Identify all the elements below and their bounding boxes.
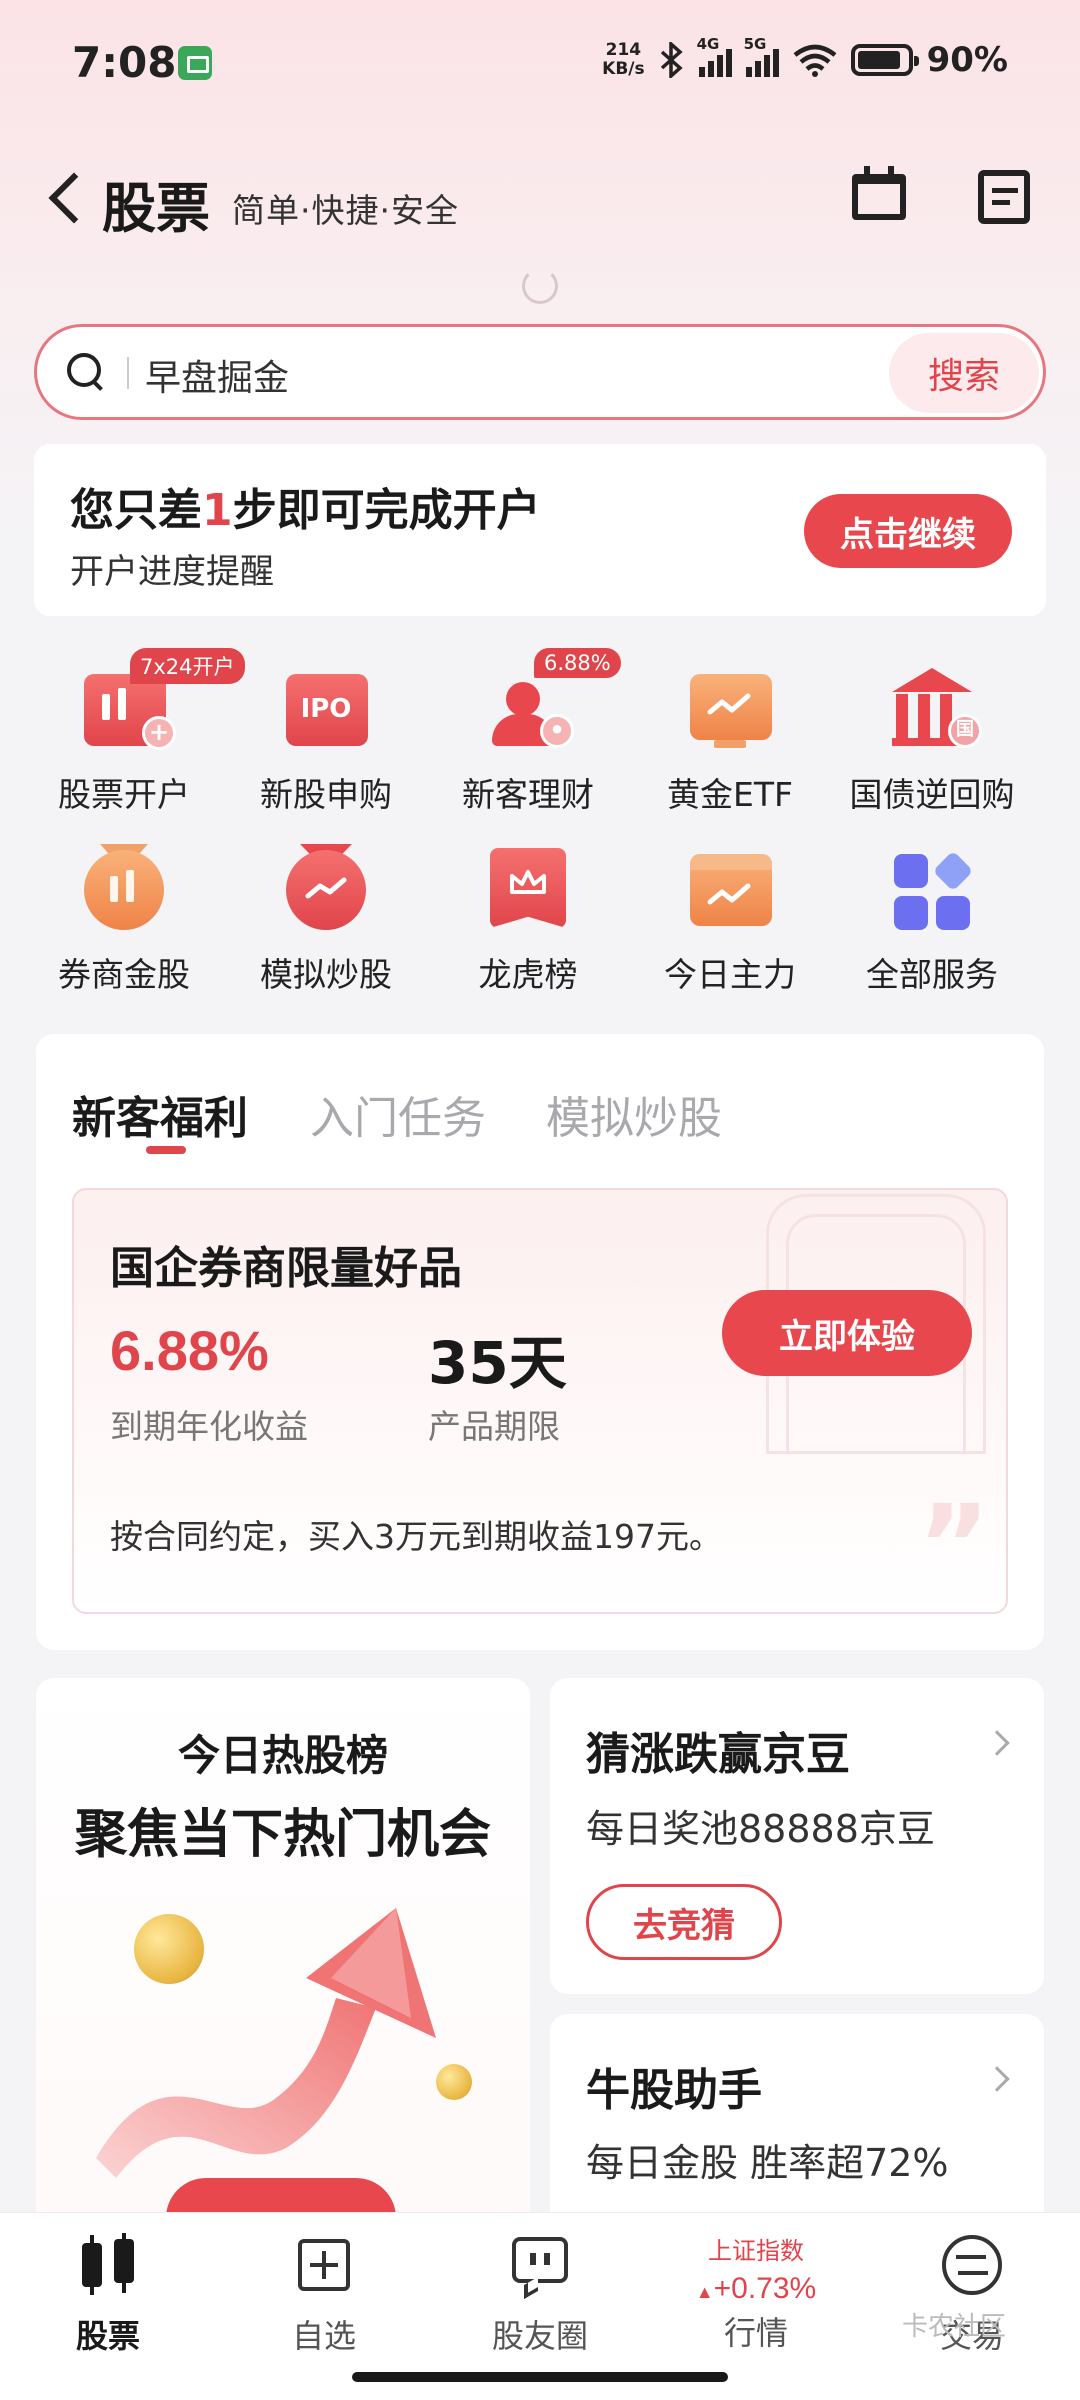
account-progress-card: 您只差1步即可完成开户 开户进度提醒 点击继续 xyxy=(34,444,1046,616)
signal-4g-icon: 4G xyxy=(697,35,732,77)
guess-title: 猜涨跌赢京豆 xyxy=(586,1729,850,1780)
exchange-icon xyxy=(940,2233,1004,2297)
dragon-tiger-icon xyxy=(482,844,574,930)
try-now-button[interactable]: 立即体验 xyxy=(722,1290,972,1376)
grid-item-dragon-tiger[interactable]: 龙虎榜 xyxy=(428,844,628,996)
bluetooth-icon xyxy=(660,42,683,78)
grid-item-broker-stock[interactable]: 券商金股 xyxy=(24,844,224,996)
calendar-icon[interactable] xyxy=(850,166,910,226)
all-services-icon xyxy=(886,844,978,930)
grid-item-treasury-repo[interactable]: 国 国债逆回购 xyxy=(832,664,1032,816)
gold-coin-icon xyxy=(436,2064,472,2100)
market-index-name: 上证指数 xyxy=(708,2237,804,2265)
grid-item-all-services[interactable]: 全部服务 xyxy=(832,844,1032,996)
product-period: 35天 xyxy=(428,1329,567,1397)
main-force-icon xyxy=(684,844,776,930)
tab-beginner-tasks[interactable]: 入门任务 xyxy=(310,1082,486,1146)
notes-icon[interactable] xyxy=(976,166,1032,226)
wealth-icon: • 6.88% xyxy=(482,648,621,750)
active-tab-indicator xyxy=(146,1146,186,1154)
battery-icon xyxy=(850,44,919,76)
chevron-right-icon xyxy=(984,1730,1010,1756)
market-index-change: ▲+0.73% xyxy=(695,2272,817,2305)
tab-simulated-trading[interactable]: 模拟炒股 xyxy=(546,1082,722,1146)
battery-level: 90% xyxy=(926,40,1008,80)
quote-mark-icon: ” xyxy=(917,1481,990,1609)
grid-item-gold-etf[interactable]: 黄金ETF xyxy=(630,664,830,816)
search-icon xyxy=(67,353,105,391)
nav-watchlist[interactable]: 自选 xyxy=(234,2233,414,2357)
account-progress-subtitle: 开户进度提醒 xyxy=(70,552,274,592)
gold-etf-icon xyxy=(684,664,776,750)
grid-item-ipo[interactable]: IPO 新股申购 xyxy=(226,664,426,816)
guess-up-down-card[interactable]: 猜涨跌赢京豆 每日奖池88888京豆 去竞猜 xyxy=(550,1678,1044,1994)
guess-subtitle: 每日奖池88888京豆 xyxy=(586,1807,935,1851)
promo-note: 按合同约定，买入3万元到期收益197元。 xyxy=(110,1517,722,1556)
stock-account-icon: + 7x24开户 xyxy=(78,648,245,750)
ipo-icon: IPO xyxy=(280,664,372,750)
page-title: 股票 xyxy=(102,177,210,240)
badge-rate: 6.88% xyxy=(534,648,621,678)
promo-card[interactable]: 国企券商限量好品 6.88% 到期年化收益 35天 产品期限 立即体验 ” 按合… xyxy=(72,1188,1008,1614)
wifi-icon xyxy=(793,44,837,77)
net-speed: 214 KB/s xyxy=(602,40,645,79)
search-input[interactable]: 早盘掘金 xyxy=(145,349,289,401)
tab-new-customer-welfare[interactable]: 新客福利 xyxy=(72,1082,248,1146)
product-period-label: 产品期限 xyxy=(428,1407,560,1446)
candlestick-icon xyxy=(76,2233,140,2297)
status-time: 7:08 xyxy=(72,38,177,87)
status-indicators: 214 KB/s 4G 5G 90% xyxy=(602,35,1008,80)
grid-item-wealth[interactable]: • 6.88% 新客理财 xyxy=(428,648,628,816)
search-button[interactable]: 搜索 xyxy=(889,333,1039,413)
nav-community[interactable]: 股友圈 xyxy=(450,2233,630,2357)
broker-stock-icon xyxy=(78,844,170,930)
annualized-rate-label: 到期年化收益 xyxy=(110,1407,308,1446)
message-notification-icon xyxy=(178,46,212,80)
nav-stock[interactable]: 股票 xyxy=(18,2233,198,2357)
hot-stocks-subtitle: 聚焦当下热门机会 xyxy=(74,1805,491,1865)
grid-item-stock-account[interactable]: + 7x24开户 股票开户 xyxy=(24,648,245,816)
chevron-right-icon xyxy=(984,2066,1010,2092)
page-subtitle: 简单·快捷·安全 xyxy=(232,191,459,230)
loading-spinner xyxy=(522,268,558,304)
bull-title: 牛股助手 xyxy=(586,2065,762,2116)
add-square-icon xyxy=(292,2233,356,2297)
simulated-trading-icon xyxy=(280,844,372,930)
account-progress-title: 您只差1步即可完成开户 xyxy=(70,485,541,536)
promo-title: 国企券商限量好品 xyxy=(110,1243,462,1294)
chat-bubble-icon xyxy=(508,2233,572,2300)
new-customer-welfare-card: 新客福利 入门任务 模拟炒股 国企券商限量好品 6.88% 到期年化收益 35天… xyxy=(36,1034,1044,1650)
back-button[interactable] xyxy=(40,164,90,230)
bull-subtitle: 每日金股 胜率超72% xyxy=(586,2141,949,2185)
signal-5g-icon: 5G xyxy=(744,35,779,77)
annualized-rate: 6.88% xyxy=(110,1319,269,1382)
community-watermark: 卡农社区 xyxy=(902,2312,1007,2342)
hot-stocks-title: 今日热股榜 xyxy=(177,1731,388,1780)
gold-coin-icon xyxy=(134,1914,204,1984)
continue-button[interactable]: 点击继续 xyxy=(804,494,1012,568)
nav-market[interactable]: 上证指数 ▲+0.73% 行情 xyxy=(666,2231,846,2354)
treasury-repo-icon: 国 xyxy=(886,664,982,750)
search-divider xyxy=(127,357,129,389)
grid-item-main-force[interactable]: 今日主力 xyxy=(630,844,830,996)
hot-stocks-card[interactable]: 今日热股榜 聚焦当下热门机会 xyxy=(36,1678,530,2238)
search-bar[interactable]: 早盘掘金 搜索 xyxy=(34,324,1046,420)
grid-item-simulated-trading[interactable]: 模拟炒股 xyxy=(226,844,426,996)
home-indicator[interactable] xyxy=(352,2372,728,2382)
go-guess-button[interactable]: 去竞猜 xyxy=(586,1884,782,1960)
